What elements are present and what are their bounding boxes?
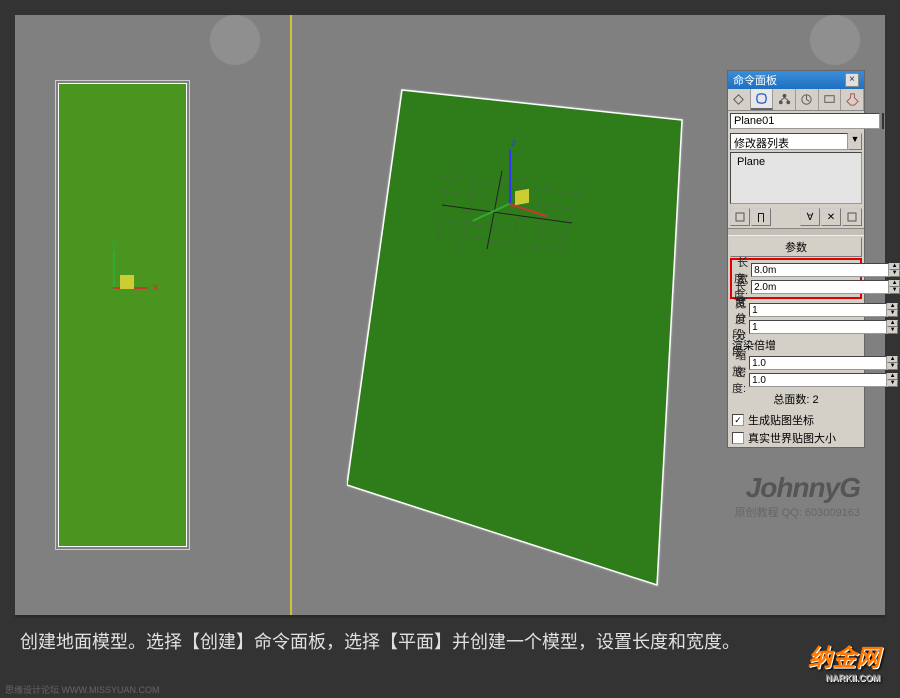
dropdown-icon[interactable]: ▼ [848, 133, 862, 150]
viewport-area: 命令面板 × 修改器列表 ▼ [15, 15, 885, 615]
object-color-swatch[interactable] [882, 113, 884, 129]
modifier-list-dropdown[interactable]: 修改器列表 [730, 133, 848, 150]
spinner-down-icon[interactable]: ▼ [887, 363, 898, 370]
spinner-up-icon[interactable]: ▲ [887, 356, 898, 363]
gen-coords-checkbox[interactable]: ✓ [732, 414, 744, 426]
spinner-up-icon[interactable]: ▲ [887, 320, 898, 327]
caption-text: 创建地面模型。选择【创建】命令面板，选择【平面】并创建一个模型，设置长度和宽度。 [20, 632, 740, 652]
plane-object-persp[interactable] [347, 85, 727, 608]
utilities-tab[interactable] [841, 89, 864, 110]
stack-item-plane[interactable]: Plane [733, 155, 859, 169]
y-axis-icon [113, 250, 115, 290]
length-segs-input[interactable] [749, 303, 887, 317]
footer-text: 思缘设计论坛 WWW.MISSYUAN.COM [5, 683, 160, 696]
viewport-top[interactable] [35, 65, 275, 625]
density-label: 密度: [732, 364, 749, 396]
modifier-stack[interactable]: Plane [730, 152, 862, 204]
spinner-down-icon[interactable]: ▼ [887, 380, 898, 387]
make-unique-button[interactable]: ∀ [800, 208, 820, 226]
panel-title-text: 命令面板 [733, 72, 777, 88]
command-panel: 命令面板 × 修改器列表 ▼ [727, 70, 865, 448]
spinner-up-icon[interactable]: ▲ [887, 303, 898, 310]
z-axis-icon [509, 150, 511, 205]
spinner-down-icon[interactable]: ▼ [887, 327, 898, 334]
panel-tabs [728, 89, 864, 111]
close-icon[interactable]: × [845, 73, 859, 87]
site-watermark: 纳金网 NARKII.COM [808, 638, 880, 683]
spinner-down-icon[interactable]: ▼ [889, 287, 900, 294]
width-input[interactable] [751, 280, 889, 294]
real-world-label: 真实世界贴图大小 [748, 430, 836, 446]
highlighted-params: 长度: ▲▼ 宽度: ▲▼ [730, 258, 862, 299]
configure-sets-button[interactable] [842, 208, 862, 226]
modify-tab[interactable] [751, 89, 774, 110]
author-watermark: JohnnyG 原创教程 QQ: 603009163 [735, 472, 860, 520]
density-input[interactable] [749, 373, 887, 387]
xy-plane-handle[interactable] [120, 275, 134, 289]
gen-coords-label: 生成贴图坐标 [748, 412, 814, 428]
pin-stack-button[interactable] [730, 208, 750, 226]
transform-gizmo-persp[interactable] [487, 165, 547, 235]
remove-modifier-button[interactable]: ✕ [821, 208, 841, 226]
render-mult-label: 渲染倍增 [732, 336, 860, 354]
xy-plane-handle[interactable] [515, 189, 529, 205]
total-faces-label: 总面数: 2 [732, 389, 860, 409]
plane-object-top[interactable] [58, 83, 187, 547]
hierarchy-tab[interactable] [773, 89, 796, 110]
spinner-up-icon[interactable]: ▲ [889, 263, 900, 270]
scale-input[interactable] [749, 356, 887, 370]
length-input[interactable] [751, 263, 889, 277]
spinner-down-icon[interactable]: ▼ [889, 270, 900, 277]
show-end-result-button[interactable]: ∏ [751, 208, 771, 226]
spinner-up-icon[interactable]: ▲ [889, 280, 900, 287]
object-name-input[interactable] [730, 113, 880, 129]
create-tab[interactable] [728, 89, 751, 110]
panel-titlebar[interactable]: 命令面板 × [728, 71, 864, 89]
motion-tab[interactable] [796, 89, 819, 110]
spinner-down-icon[interactable]: ▼ [887, 310, 898, 317]
display-tab[interactable] [819, 89, 842, 110]
spinner-up-icon[interactable]: ▲ [887, 373, 898, 380]
real-world-checkbox[interactable] [732, 432, 744, 444]
transform-gizmo-top[interactable] [95, 265, 145, 315]
width-segs-input[interactable] [749, 320, 887, 334]
